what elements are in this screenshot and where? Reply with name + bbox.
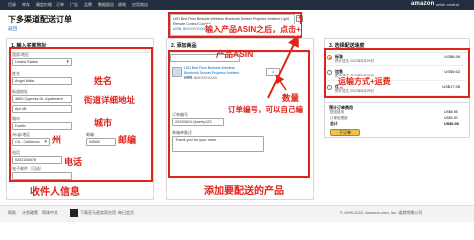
nav-item-ads[interactable]: 广告 [70, 2, 78, 8]
place-order-button[interactable]: 下订单 [330, 129, 360, 136]
back-link[interactable]: 返回 [8, 26, 17, 32]
annotation-order-id-hint: 订单编号，可以自己编 [228, 105, 303, 114]
annotation-street: 街道详细地址 [84, 95, 136, 105]
footer: 帮助 计划政策 简体中文 下载亚马逊卖家应用 每日会员 © 1999-2022,… [0, 205, 474, 222]
nav-item-orders[interactable]: 订单 [56, 2, 64, 8]
summary-row-value: US$0.00 [444, 116, 458, 120]
footer-copyright: © 1999-2022, Amazon.com, Inc. 或其附属公司 [340, 210, 423, 215]
footer-language-select[interactable]: 简体中文 [42, 210, 58, 216]
top-navigation-bar: 目录 库存 确定价格 订单 广告 品牌 数据报告 绩效 应用商店 amazon … [0, 0, 474, 10]
summary-row-label: 订单处理费 [330, 116, 348, 120]
annotation-quantity: 数量 [282, 93, 300, 103]
annotation-name: 姓名 [94, 76, 113, 86]
nav-item-brands[interactable]: 品牌 [84, 2, 92, 8]
nav-item-catalog[interactable]: 目录 [8, 2, 16, 8]
summary-row-value: US$6.98 [444, 110, 458, 114]
footer-policy-link[interactable]: 计划政策 [22, 210, 38, 216]
annotation-shipping-method: 运输方式+运费 [338, 76, 391, 87]
nav-item-reports[interactable]: 数据报告 [98, 2, 114, 8]
shipping-highlight-box [324, 48, 470, 98]
annotation-phone: 电话 [64, 157, 83, 167]
nav-item-inventory[interactable]: 库存 [22, 2, 30, 8]
nav-item-appstore[interactable]: 应用商店 [132, 2, 148, 8]
seller-central-label: seller central [436, 2, 459, 7]
amazon-logo[interactable]: amazon [411, 1, 435, 7]
app-icon [70, 209, 78, 217]
nav-item-pricing[interactable]: 确定价格 [36, 2, 52, 8]
annotation-city: 城市 [94, 118, 113, 128]
annotation-top-hint: 输入产品ASIN之后，点击+ [205, 24, 301, 35]
nav-item-performance[interactable]: 绩效 [118, 2, 126, 8]
footer-member-link[interactable]: 每日会员 [118, 210, 134, 216]
annotation-zip: 邮编 [118, 135, 137, 145]
annotation-products-to-ship: 添加要配送的产品 [204, 186, 284, 197]
annotation-state: 州 [52, 135, 62, 145]
annotation-recipient-info: 收件人信息 [30, 187, 80, 198]
page-title: 下多渠道配送订单 [8, 15, 72, 24]
annotation-product-asin: 产品ASIN [216, 49, 254, 59]
summary-total-label: 总计 [330, 122, 338, 126]
footer-help-link[interactable]: 帮助 [8, 210, 16, 216]
summary-total-value: US$6.98 [444, 122, 459, 126]
footer-app-link[interactable]: 下载亚马逊卖家应用 [80, 210, 116, 216]
summary-row-label: 配送费用 [330, 110, 344, 114]
